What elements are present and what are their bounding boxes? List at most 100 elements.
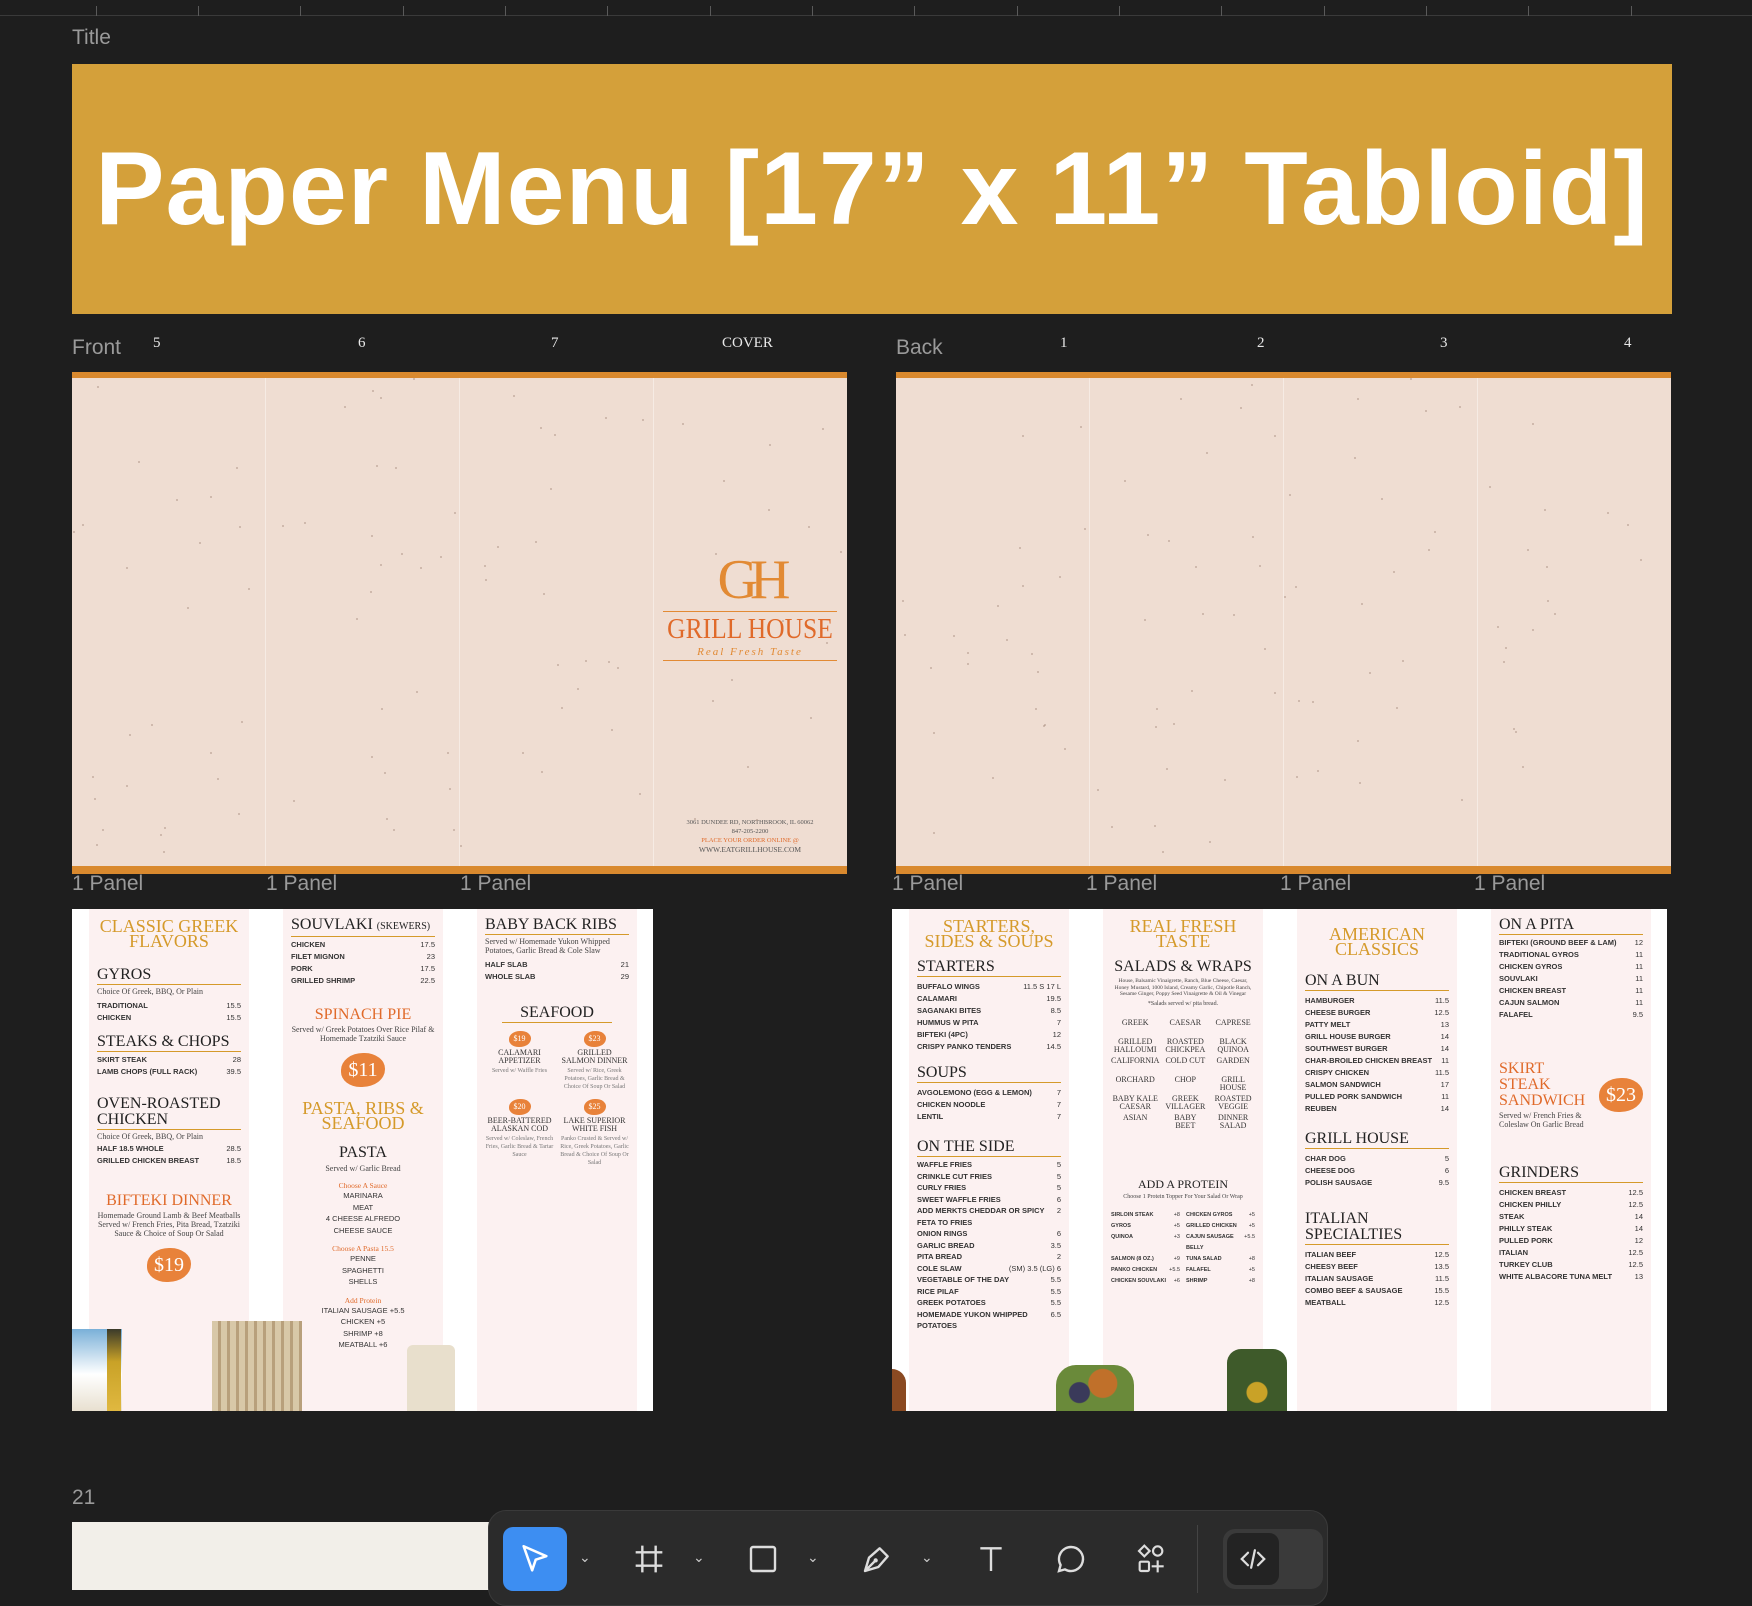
chevron-down-icon[interactable]: ⌄ bbox=[807, 1549, 819, 1566]
title-frame[interactable]: Paper Menu [17” x 11” Tabloid] bbox=[72, 64, 1672, 314]
protein-price: +5 bbox=[1248, 1222, 1255, 1229]
chevron-down-icon[interactable]: ⌄ bbox=[921, 1549, 933, 1566]
back-menu-frame[interactable]: STARTERS, SIDES & SOUPS STARTERS BUFFALO… bbox=[892, 909, 1667, 1411]
section-heading: SALADS & WRAPS bbox=[1114, 958, 1252, 975]
comment-tool-button[interactable] bbox=[1039, 1527, 1103, 1591]
chevron-down-icon[interactable]: ⌄ bbox=[693, 1549, 705, 1566]
menu-item-name: SAGANAKI BITES bbox=[917, 1006, 982, 1015]
menu-item-name: CURLY FRIES bbox=[917, 1183, 967, 1192]
protein-row: CAJUN SAUSAGE BELLY +5.5 bbox=[1186, 1232, 1255, 1254]
menu-item-price: 12.5 bbox=[1434, 1298, 1449, 1307]
menu-item-name: GRILLED SHRIMP bbox=[291, 976, 356, 985]
shape-tool-button[interactable] bbox=[731, 1527, 795, 1591]
panel-label[interactable]: 1 Panel bbox=[1474, 872, 1545, 896]
chevron-down-icon[interactable]: ⌄ bbox=[579, 1549, 591, 1566]
menu-item-name: CHICKEN PHILLY bbox=[1499, 1200, 1562, 1209]
front-frame-label[interactable]: Front bbox=[72, 336, 121, 360]
menu-item-row: CHICKEN BREAST 11 bbox=[1499, 985, 1643, 997]
text-tool-button[interactable] bbox=[959, 1527, 1023, 1591]
menu-item-row: CURLY FRIES 5 bbox=[917, 1182, 1061, 1194]
menu-item-row: HAMBURGER 11.5 bbox=[1305, 995, 1449, 1007]
panel-label[interactable]: 1 Panel bbox=[72, 872, 143, 896]
panel-label[interactable]: 1 Panel bbox=[892, 872, 963, 896]
sauce-label: Choose A Sauce bbox=[338, 1181, 388, 1190]
price-badge: $20 bbox=[508, 1099, 531, 1115]
panel-number: 3 bbox=[1440, 335, 1448, 351]
front-menu-frame[interactable]: CLASSIC GREEK FLAVORS GYROS Choice Of Gr… bbox=[72, 909, 653, 1411]
dev-mode-toggle[interactable] bbox=[1223, 1529, 1323, 1589]
menu-item-name: PITA BREAD bbox=[917, 1252, 962, 1261]
section-heading: PASTA bbox=[339, 1144, 387, 1161]
protein-row: GYROS +5 bbox=[1111, 1221, 1180, 1232]
protein-row: CHICKEN SOUVLAKI +6 bbox=[1111, 1276, 1180, 1287]
menu-item-name: SKIRT STEAK bbox=[97, 1055, 148, 1064]
panel-label[interactable]: 1 Panel bbox=[266, 872, 337, 896]
panel-label[interactable]: 1 Panel bbox=[1086, 872, 1157, 896]
cheese-image bbox=[407, 1345, 455, 1411]
price-badge: $19 bbox=[147, 1248, 191, 1282]
components-tool-button[interactable] bbox=[1119, 1527, 1183, 1591]
menu-item-row: CRISPY CHICKEN 11.5 bbox=[1305, 1067, 1449, 1079]
menu-item-row: CHEESE BURGER 12.5 bbox=[1305, 1007, 1449, 1019]
menu-item-row: ADD MERKTS CHEDDAR OR SPICY FETA TO FRIE… bbox=[917, 1205, 1061, 1228]
menu-item-name: CHICKEN GYROS bbox=[1499, 962, 1563, 971]
front-paper-frame[interactable]: GH GRILL HOUSE Real Fresh Taste 3061 DUN… bbox=[72, 372, 847, 874]
protein-price: +8 bbox=[1248, 1255, 1255, 1262]
menu-item-price: 5.5 bbox=[1050, 1275, 1061, 1284]
menu-item-price: 7 bbox=[1056, 1088, 1061, 1097]
grapes-produce-image bbox=[1056, 1365, 1134, 1411]
panel-label[interactable]: 1 Panel bbox=[1280, 872, 1351, 896]
menu-item-name: CRISPY CHICKEN bbox=[1305, 1068, 1370, 1077]
menu-item-price: 14 bbox=[1634, 1224, 1643, 1233]
menu-item-price: 6 bbox=[1056, 1229, 1061, 1238]
move-tool-button[interactable] bbox=[503, 1527, 567, 1591]
menu-item-name: WAFFLE FRIES bbox=[917, 1160, 972, 1169]
pen-tool-button[interactable] bbox=[845, 1527, 909, 1591]
salad-grid: GREEK CAESAR CAPRESE GRILLED HALLOUMI ROASTE… bbox=[1111, 1018, 1255, 1130]
seafood-grid: $19 CALAMARI APPETIZER Served w/ Waffle Fr… bbox=[485, 1031, 629, 1167]
menu-item-row: WHITE ALBACORE TUNA MELT 13 bbox=[1499, 1271, 1643, 1283]
panel-label[interactable]: 1 Panel bbox=[460, 872, 531, 896]
menu-item-row: GRILLED CHICKEN BREAST 18.5 bbox=[97, 1155, 241, 1167]
menu-item-name: COLE SLAW bbox=[917, 1263, 962, 1273]
frame-21[interactable] bbox=[72, 1522, 512, 1590]
menu-item-name: HALF SLAB bbox=[485, 960, 528, 969]
title-frame-label[interactable]: Title bbox=[72, 26, 111, 50]
menu-item-price: 11 bbox=[1441, 1056, 1449, 1065]
menu-item-name: FALAFEL bbox=[1499, 1010, 1533, 1019]
menu-item-price: 12.5 bbox=[1434, 1008, 1449, 1017]
section-heading: SEAFOOD bbox=[520, 1004, 594, 1021]
protein-price: +9 bbox=[1173, 1255, 1180, 1262]
menu-item-row: SOUTHWEST BURGER 14 bbox=[1305, 1043, 1449, 1055]
cover-address: 3061 DUNDEE RD, NORTHBROOK, IL 60062 bbox=[686, 819, 814, 826]
menu-item-row: ITALIAN SAUSAGE 11.5 bbox=[1305, 1273, 1449, 1285]
section-heading: ON THE SIDE bbox=[917, 1139, 1061, 1157]
menu-item-price: 17.5 bbox=[420, 940, 435, 949]
menu-item-price: 18.5 bbox=[226, 1156, 241, 1165]
menu-item-row: CALAMARI 19.5 bbox=[917, 993, 1061, 1005]
menu-item-price: 11.5 S 17 L bbox=[1023, 982, 1061, 991]
menu-item-name: SOUVLAKI bbox=[1499, 974, 1538, 983]
menu-item-price: 6 bbox=[1444, 1166, 1449, 1175]
protein-name: PANKO CHICKEN bbox=[1111, 1266, 1158, 1273]
frame-tool-button[interactable] bbox=[617, 1527, 681, 1591]
menu-item-price: 15.5 bbox=[1434, 1286, 1449, 1295]
menu-panel-ribs: BABY BACK RIBS Served w/ Homemade Yukon … bbox=[477, 909, 637, 1411]
menu-item-price: 5 bbox=[1056, 1171, 1061, 1181]
menu-item-name: RICE PILAF bbox=[917, 1286, 959, 1296]
section-heading: STEAKS & CHOPS bbox=[97, 1034, 241, 1052]
menu-item-price: 15.5 bbox=[226, 1001, 241, 1010]
back-paper-frame[interactable] bbox=[896, 372, 1671, 874]
salad-item: GREEK VILLAGER bbox=[1165, 1093, 1206, 1111]
back-frame-label[interactable]: Back bbox=[896, 336, 943, 360]
menu-item-row: HUMMUS W PITA 7 bbox=[917, 1017, 1061, 1029]
code-brackets-icon bbox=[1240, 1549, 1266, 1569]
menu-item-row: LAMB CHOPS (FULL RACK) 39.5 bbox=[97, 1066, 241, 1078]
section-heading: SPINACH PIE bbox=[314, 1006, 412, 1023]
section-heading: ON A BUN bbox=[1305, 973, 1449, 991]
section-desc: Served w/ Greek Potatoes Over Rice Pilaf… bbox=[291, 1025, 435, 1043]
salad-item: CALIFORNIA bbox=[1111, 1055, 1160, 1065]
menu-item-row: SOUVLAKI 11 bbox=[1499, 973, 1643, 985]
protein-row: FALAFEL +5 bbox=[1186, 1265, 1255, 1276]
frame-21-label[interactable]: 21 bbox=[72, 1486, 95, 1510]
